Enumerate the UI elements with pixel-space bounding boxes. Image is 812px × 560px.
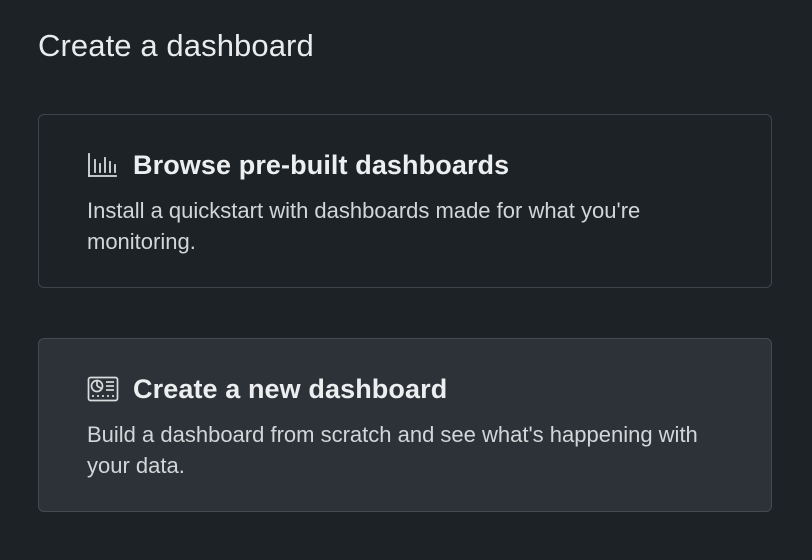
dashboard-icon <box>87 373 119 405</box>
card-description: Install a quickstart with dashboards mad… <box>87 198 641 254</box>
card-title: Create a new dashboard <box>133 374 448 404</box>
card-description: Build a dashboard from scratch and see w… <box>87 422 698 478</box>
card-header: Create a new dashboard <box>87 371 447 407</box>
bar-chart-icon <box>87 149 119 181</box>
page-title: Create a dashboard <box>38 28 314 63</box>
create-new-dashboard-card[interactable]: Create a new dashboard Build a dashboard… <box>38 338 772 512</box>
browse-prebuilt-dashboards-card[interactable]: Browse pre-built dashboards Install a qu… <box>38 114 772 288</box>
card-title: Browse pre-built dashboards <box>133 150 510 180</box>
card-header: Browse pre-built dashboards <box>87 147 509 183</box>
